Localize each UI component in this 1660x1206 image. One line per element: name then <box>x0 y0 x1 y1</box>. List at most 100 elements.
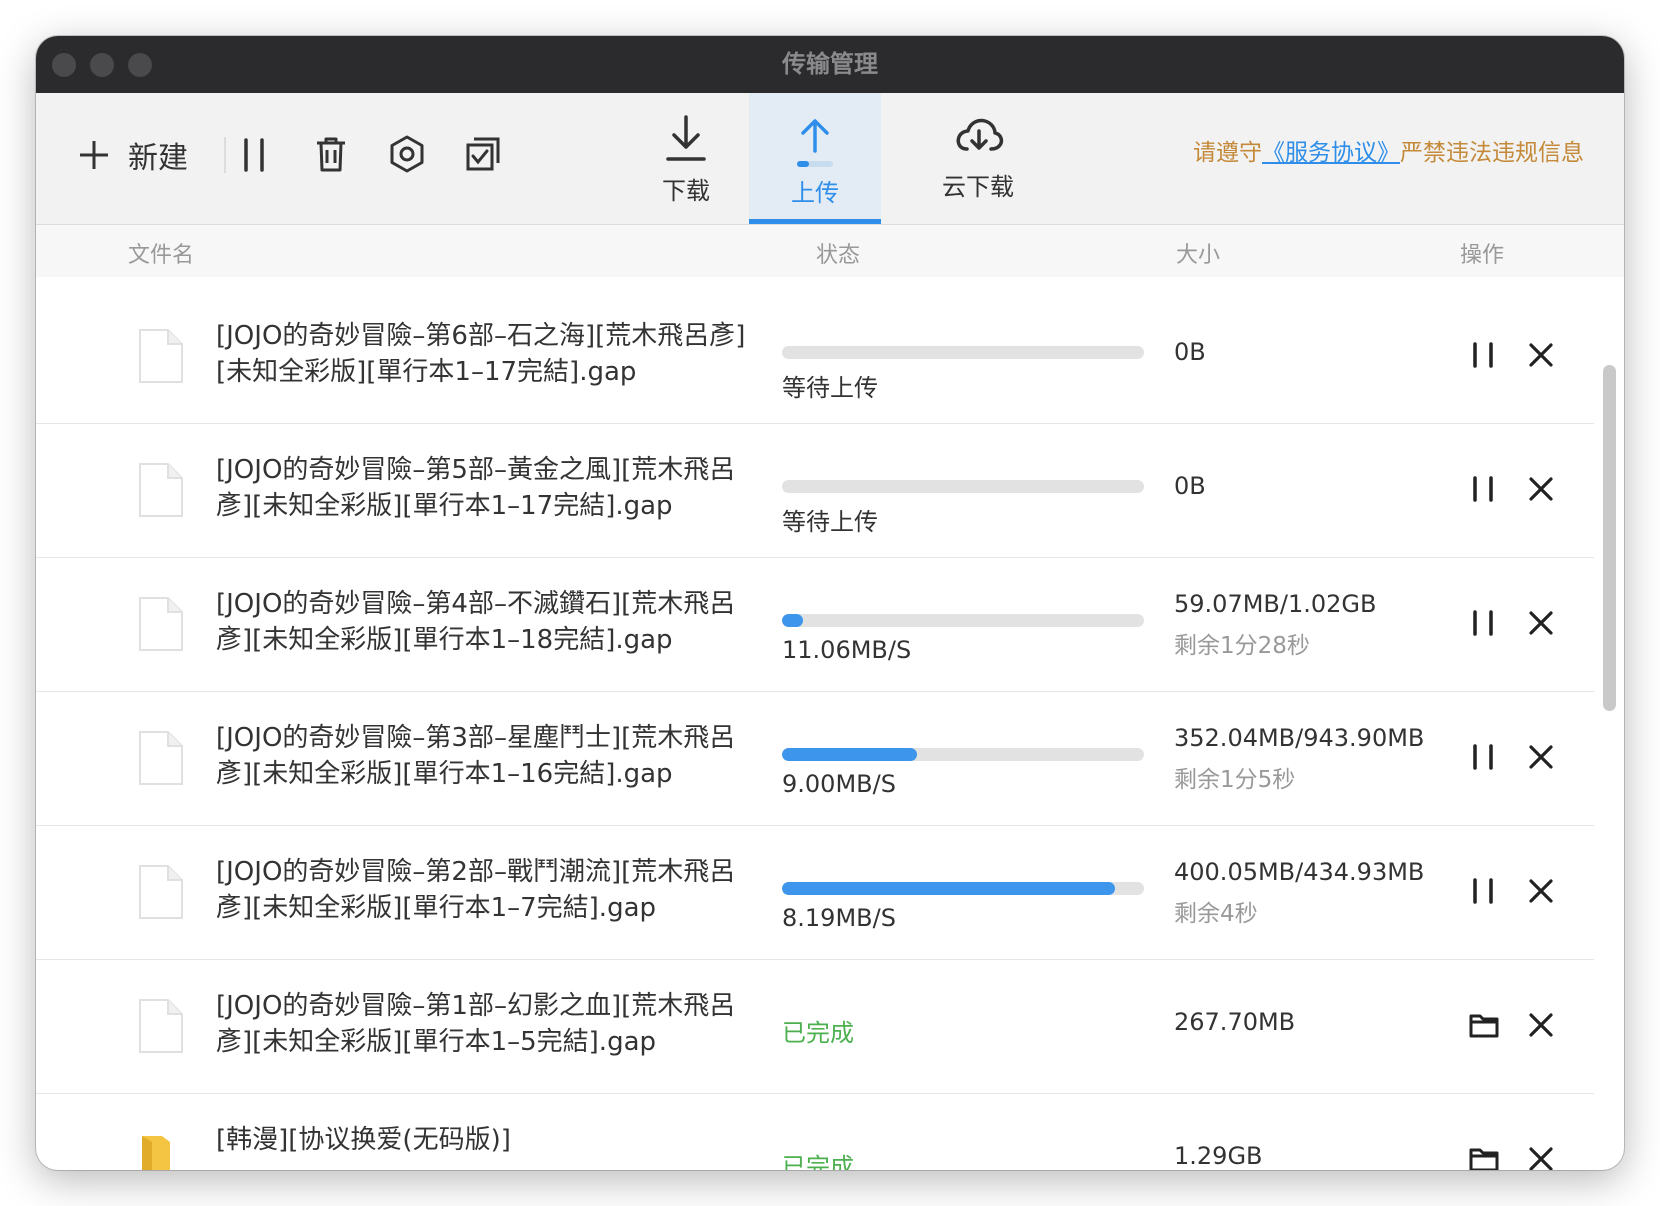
file-size: 59.07MB/1.02GB <box>1174 590 1377 618</box>
close-icon <box>1529 343 1553 367</box>
progress-bar <box>782 748 1144 761</box>
transfer-status: 等待上传 <box>782 508 878 536</box>
time-remaining: 剩余4秒 <box>1174 901 1258 927</box>
close-icon <box>1529 477 1553 501</box>
close-icon <box>1529 879 1553 903</box>
file-name: [JOJO的奇妙冒險–第4部–不滅鑽石][荒木飛呂彥][未知全彩版][單行本1–… <box>216 589 736 655</box>
folder-icon <box>1469 1014 1499 1038</box>
tab-download-label: 下载 <box>662 177 710 205</box>
toolbar: 新建 下载 上传 云下载 请遵守《服务协议》严禁违法违规信息 <box>36 93 1624 225</box>
select-all-button[interactable] <box>464 135 502 173</box>
pause-button[interactable] <box>1468 742 1498 776</box>
remove-button[interactable] <box>1528 878 1554 908</box>
transfer-status: 已完成 <box>782 1153 854 1170</box>
pause-all-button[interactable] <box>238 137 270 173</box>
trash-icon <box>317 137 345 172</box>
file-icon <box>136 328 186 390</box>
progress-bar <box>782 614 1144 627</box>
list-item[interactable]: [JOJO的奇妙冒險–第1部–幻影之血][荒木飛呂彥][未知全彩版][單行本1–… <box>36 960 1594 1094</box>
tab-download[interactable]: 下载 <box>620 93 752 224</box>
upload-icon <box>797 119 833 167</box>
progress-fill <box>782 748 918 761</box>
transfer-window: 传输管理 新建 下载 上传 云下载 请遵守《服务协议》严禁违法违规信息 文件名 … <box>36 36 1624 1170</box>
file-icon <box>136 998 186 1060</box>
remove-button[interactable] <box>1528 1146 1554 1170</box>
service-agreement-link[interactable]: 《服务协议》 <box>1262 140 1400 166</box>
list-item[interactable]: [JOJO的奇妙冒險–第4部–不滅鑽石][荒木飛呂彥][未知全彩版][單行本1–… <box>36 558 1594 692</box>
pause-icon <box>1473 476 1493 502</box>
file-size: 267.70MB <box>1174 1008 1296 1036</box>
file-name: [JOJO的奇妙冒險–第6部–石之海][荒木飛呂彥][未知全彩版][單行本1–1… <box>216 321 746 387</box>
remove-button[interactable] <box>1528 744 1554 774</box>
tab-cloud-download[interactable]: 云下载 <box>912 93 1044 224</box>
col-name: 文件名 <box>128 243 195 268</box>
file-size: 352.04MB/943.90MB <box>1174 724 1425 752</box>
remove-button[interactable] <box>1528 342 1554 372</box>
progress-fill <box>782 614 803 627</box>
pause-button[interactable] <box>1468 474 1498 508</box>
time-remaining: 剩余1分5秒 <box>1174 767 1296 793</box>
active-tab-indicator <box>749 219 881 224</box>
open-folder-button[interactable] <box>1468 1144 1500 1170</box>
window-title: 传输管理 <box>782 50 878 78</box>
pause-button[interactable] <box>1468 876 1498 910</box>
file-name: [JOJO的奇妙冒險–第1部–幻影之血][荒木飛呂彥][未知全彩版][單行本1–… <box>216 991 736 1057</box>
list-item[interactable]: [韩漫][协议换爱(无码版)] 已完成 1.29GB <box>36 1094 1594 1170</box>
new-button[interactable]: 新建 <box>78 133 188 177</box>
transfer-status: 8.19MB/S <box>782 904 896 932</box>
file-icon <box>136 864 186 926</box>
pause-icon <box>1473 744 1493 770</box>
progress-bar <box>782 882 1144 895</box>
progress-bar <box>782 480 1144 493</box>
remove-button[interactable] <box>1528 610 1554 640</box>
delete-all-button[interactable] <box>314 135 348 173</box>
transfer-status: 11.06MB/S <box>782 636 912 664</box>
list-item[interactable]: [JOJO的奇妙冒險–第5部–黃金之風][荒木飛呂彥][未知全彩版][單行本1–… <box>36 424 1594 558</box>
settings-button[interactable] <box>388 135 426 173</box>
tab-upload[interactable]: 上传 <box>749 93 881 224</box>
gear-icon <box>390 135 424 173</box>
title-bar: 传输管理 <box>36 36 1624 93</box>
column-header: 文件名 状态 大小 操作 <box>36 225 1624 277</box>
toolbar-divider <box>224 137 226 173</box>
file-icon <box>136 462 186 524</box>
download-icon <box>666 115 706 161</box>
folder-icon <box>1469 1148 1499 1170</box>
col-ops: 操作 <box>1460 243 1505 268</box>
close-icon <box>1529 745 1553 769</box>
scrollbar-thumb[interactable] <box>1603 365 1616 711</box>
tab-cloud-download-label: 云下载 <box>942 173 1014 201</box>
transfer-list: [JOJO的奇妙冒險–第6部–石之海][荒木飛呂彥][未知全彩版][單行本1–1… <box>36 290 1594 1170</box>
new-label: 新建 <box>128 141 188 176</box>
plus-icon <box>80 141 108 169</box>
pause-icon <box>1473 342 1493 368</box>
close-icon <box>1529 1013 1553 1037</box>
file-icon <box>136 730 186 792</box>
close-icon <box>1529 611 1553 635</box>
pause-button[interactable] <box>1468 608 1498 642</box>
file-icon <box>136 596 186 658</box>
service-notice: 请遵守《服务协议》严禁违法违规信息 <box>1193 133 1584 167</box>
remove-button[interactable] <box>1528 1012 1554 1042</box>
pause-button[interactable] <box>1468 340 1498 374</box>
checkbox-multi-icon <box>466 137 500 171</box>
pause-icon <box>1473 878 1493 904</box>
close-icon <box>1529 1147 1553 1170</box>
transfer-status: 等待上传 <box>782 374 878 402</box>
transfer-status: 9.00MB/S <box>782 770 896 798</box>
file-size: 0B <box>1174 338 1206 366</box>
file-size: 400.05MB/434.93MB <box>1174 858 1425 886</box>
list-item[interactable]: [JOJO的奇妙冒險–第6部–石之海][荒木飛呂彥][未知全彩版][單行本1–1… <box>36 290 1594 424</box>
list-item[interactable]: [JOJO的奇妙冒險–第2部–戰鬥潮流][荒木飛呂彥][未知全彩版][單行本1–… <box>36 826 1594 960</box>
col-size: 大小 <box>1176 243 1221 268</box>
file-name: [韩漫][协议换爱(无码版)] <box>216 1125 511 1155</box>
cloud-download-icon <box>956 118 1004 151</box>
list-item[interactable]: [JOJO的奇妙冒險–第3部–星塵鬥士][荒木飛呂彥][未知全彩版][單行本1–… <box>36 692 1594 826</box>
time-remaining: 剩余1分28秒 <box>1174 633 1310 659</box>
tab-upload-label: 上传 <box>791 179 839 207</box>
file-name: [JOJO的奇妙冒險–第5部–黃金之風][荒木飛呂彥][未知全彩版][單行本1–… <box>216 455 736 521</box>
open-folder-button[interactable] <box>1468 1010 1500 1044</box>
file-size: 0B <box>1174 472 1206 500</box>
remove-button[interactable] <box>1528 476 1554 506</box>
pause-icon <box>1473 610 1493 636</box>
